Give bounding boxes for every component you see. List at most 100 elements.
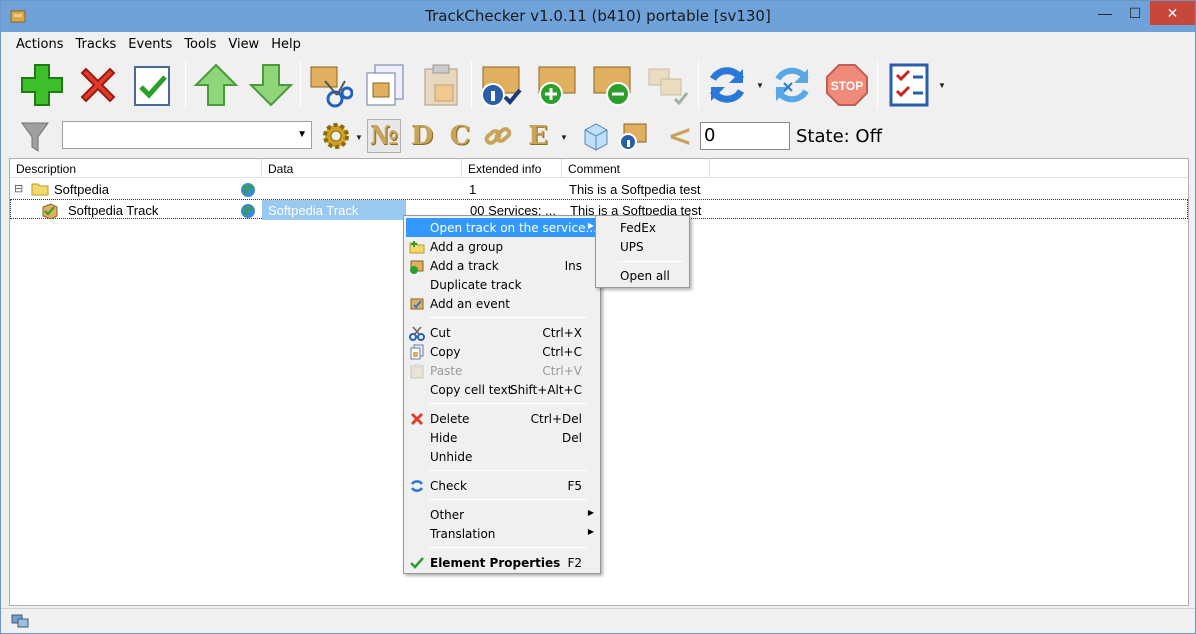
add-group-icon[interactable] <box>532 59 582 111</box>
menu-other[interactable]: Other ▶ <box>406 505 598 524</box>
delete-icon[interactable] <box>73 59 123 111</box>
menu-tools[interactable]: Tools <box>178 32 222 56</box>
minimize-button[interactable]: — <box>1091 1 1119 25</box>
checklist-dropdown-arrow[interactable]: ▼ <box>938 81 946 90</box>
globe-icon[interactable] <box>240 179 260 199</box>
submenu-open-all[interactable]: Open all <box>598 266 687 285</box>
toolbar-separator <box>877 61 878 109</box>
menu-separator <box>428 547 588 548</box>
menu-tracks[interactable]: Tracks <box>70 32 123 56</box>
toolbar-separator <box>471 61 472 109</box>
menu-delete[interactable]: Delete Ctrl+Del <box>406 409 598 428</box>
submenu-arrow-icon: ▶ <box>587 508 594 517</box>
check-refresh-icon[interactable] <box>702 59 752 111</box>
maximize-button[interactable]: ☐ <box>1121 1 1149 25</box>
menu-add-group[interactable]: Add a group <box>406 237 598 256</box>
menu-duplicate-track[interactable]: Duplicate track <box>406 275 598 294</box>
box-info-icon[interactable] <box>615 119 649 153</box>
chevron-down-icon[interactable]: ▼ <box>297 129 307 140</box>
checklist-icon[interactable] <box>884 59 934 111</box>
menu-add-event[interactable]: Add an event <box>406 294 598 313</box>
add-track-icon <box>409 258 425 274</box>
date-column-button[interactable]: D <box>405 119 439 153</box>
submenu-open-track: FedEx UPS Open all <box>595 215 690 288</box>
column-description[interactable]: Description <box>10 159 262 178</box>
submenu-arrow-icon: ▶ <box>587 221 594 230</box>
paste-icon[interactable] <box>416 59 466 111</box>
track-icon <box>41 200 61 220</box>
menu-hide[interactable]: Hide Del <box>406 428 598 447</box>
add-group-icon <box>409 239 425 255</box>
checkmark-icon <box>409 555 425 571</box>
title-bar: TrackChecker v1.0.11 (b410) portable [sv… <box>1 1 1195 32</box>
menu-check[interactable]: Check F5 <box>406 476 598 495</box>
cell-description: Softpedia <box>54 182 109 197</box>
events-icon[interactable] <box>642 59 692 111</box>
cell-comment: This is a Softpedia test <box>569 182 701 197</box>
window-title: TrackChecker v1.0.11 (b410) portable [sv… <box>425 7 771 25</box>
table-row[interactable]: ⊟ Softpedia 1 This is a Softpedia test <box>10 179 1188 199</box>
properties-icon[interactable] <box>476 59 526 111</box>
remove-group-icon[interactable] <box>587 59 637 111</box>
link-icon[interactable] <box>481 119 515 153</box>
column-extended-info[interactable]: Extended info <box>462 159 562 178</box>
box-icon[interactable] <box>579 119 613 153</box>
network-icon <box>11 613 29 632</box>
number-column-button[interactable]: № <box>367 119 401 153</box>
tree-expander[interactable]: ⊟ <box>14 179 26 199</box>
cell-data: Softpedia Track <box>262 200 406 220</box>
column-comment[interactable]: Comment <box>562 159 710 178</box>
folder-icon <box>31 179 51 199</box>
comment-column-button[interactable]: C <box>443 119 477 153</box>
menu-separator <box>428 470 588 471</box>
less-than-button[interactable]: < <box>663 119 697 154</box>
copy-icon[interactable] <box>360 59 410 111</box>
menu-copy-cell-text[interactable]: Copy cell text Shift+Alt+C <box>406 380 598 399</box>
add-event-icon <box>409 296 425 312</box>
check-all-icon[interactable] <box>767 59 817 111</box>
globe-icon[interactable] <box>240 200 260 220</box>
filter-combo[interactable]: ▼ <box>62 121 312 149</box>
menu-cut[interactable]: Cut Ctrl+X <box>406 323 598 342</box>
stop-icon[interactable]: STOP <box>822 59 872 111</box>
menu-copy[interactable]: Copy Ctrl+C <box>406 342 598 361</box>
main-toolbar: ▼ STOP ▼ <box>1 57 1195 115</box>
gear-icon[interactable] <box>319 119 353 153</box>
check-icon <box>409 478 425 494</box>
copy-icon <box>409 344 425 360</box>
menu-events[interactable]: Events <box>122 32 178 56</box>
event-dropdown-arrow[interactable]: ▼ <box>560 133 568 142</box>
move-down-icon[interactable] <box>246 59 296 111</box>
menu-paste[interactable]: Paste Ctrl+V <box>406 361 598 380</box>
menu-add-track[interactable]: Add a track Ins <box>406 256 598 275</box>
menu-unhide[interactable]: Unhide <box>406 447 598 466</box>
submenu-fedex[interactable]: FedEx <box>598 218 687 237</box>
menu-bar: Actions Tracks Events Tools View Help <box>1 32 1195 56</box>
check-icon[interactable] <box>127 59 177 111</box>
event-column-button[interactable]: E <box>521 119 555 153</box>
gear-dropdown-arrow[interactable]: ▼ <box>355 133 363 142</box>
status-bar <box>1 608 1195 633</box>
number-input[interactable]: 0 <box>700 122 790 150</box>
check-dropdown-arrow[interactable]: ▼ <box>756 81 764 90</box>
cut-icon[interactable] <box>304 59 354 111</box>
menu-view[interactable]: View <box>222 32 265 56</box>
filter-toolbar: ▼ ▼ № D C E ▼ < 0 State: Off <box>1 115 1195 157</box>
submenu-ups[interactable]: UPS <box>598 237 687 256</box>
menu-open-track[interactable]: Open track on the service... ▶ <box>406 218 598 237</box>
menu-translation[interactable]: Translation ▶ <box>406 524 598 543</box>
cell-description: Softpedia Track <box>68 203 159 218</box>
menu-help[interactable]: Help <box>265 32 307 56</box>
filter-icon[interactable] <box>18 119 52 153</box>
cell-extended-info: 1 <box>469 182 477 197</box>
close-button[interactable]: ✕ <box>1150 1 1195 25</box>
menu-separator <box>428 317 588 318</box>
grid-header: Description Data Extended info Comment <box>10 159 1188 178</box>
add-icon[interactable] <box>17 59 67 111</box>
menu-separator <box>428 403 588 404</box>
menu-actions[interactable]: Actions <box>10 32 70 56</box>
cell-data <box>262 179 462 199</box>
move-up-icon[interactable] <box>191 59 241 111</box>
menu-element-properties[interactable]: Element Properties F2 <box>406 553 598 572</box>
column-data[interactable]: Data <box>262 159 462 178</box>
